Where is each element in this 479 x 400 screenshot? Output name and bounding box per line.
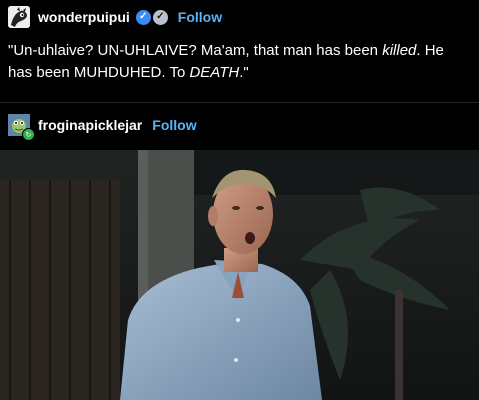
quote-part: "Un-uhlaive? UN-UHLAIVE? Ma'am, that man… — [8, 42, 383, 59]
avatar-illustration-icon — [8, 6, 30, 28]
badge-group: ✓ ✓ — [135, 9, 168, 25]
secondary-badge-icon[interactable]: ✓ — [152, 9, 168, 25]
follow-button[interactable]: Follow — [152, 117, 196, 133]
avatar[interactable]: ↻ — [8, 114, 35, 141]
follow-button[interactable]: Follow — [178, 9, 222, 25]
movie-still-illustration — [0, 150, 479, 400]
refresh-badge-icon: ↻ — [22, 128, 35, 141]
username[interactable]: wonderpuipui — [38, 9, 130, 25]
quote-part: ." — [239, 64, 249, 81]
quote-emphasis: DEATH — [189, 64, 240, 81]
reblog-header: ↻ froginapicklejar Follow — [8, 113, 197, 141]
post-text: "Un-uhlaive? UN-UHLAIVE? Ma'am, that man… — [8, 40, 470, 84]
avatar[interactable] — [8, 6, 30, 28]
post-image[interactable] — [0, 150, 479, 400]
verified-badge-icon[interactable]: ✓ — [135, 9, 151, 25]
quote-emphasis: killed — [382, 42, 417, 59]
post-header: wonderpuipui ✓ ✓ Follow — [8, 5, 222, 29]
tumblr-dashboard: wonderpuipui ✓ ✓ Follow "Un-uhlaive? UN-… — [0, 0, 479, 400]
post-divider — [0, 102, 479, 103]
username[interactable]: froginapicklejar — [38, 117, 142, 133]
